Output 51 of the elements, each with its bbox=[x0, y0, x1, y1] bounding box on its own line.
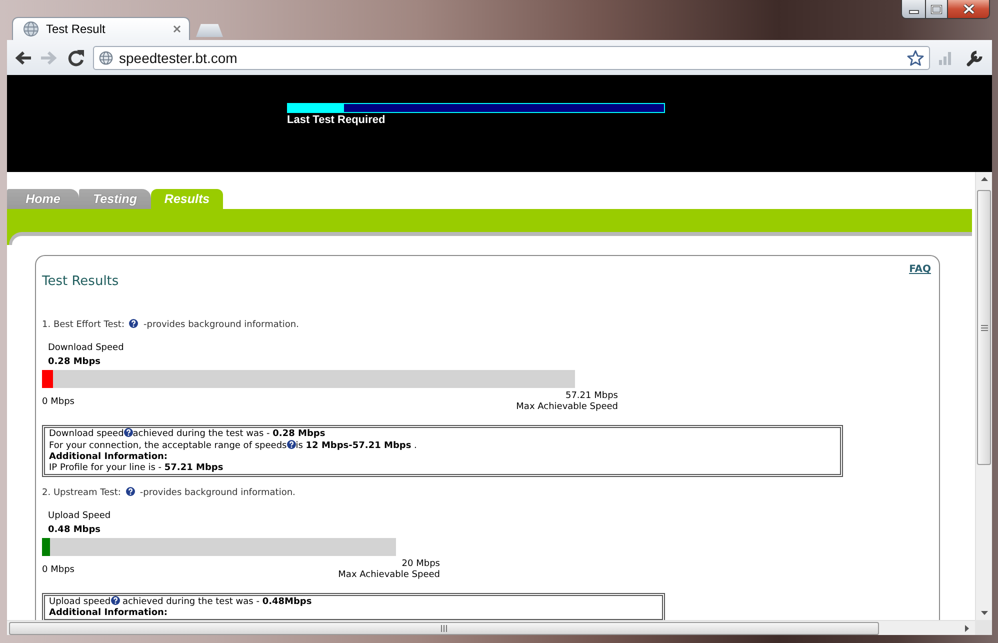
info-text: Upload speed achieved during the test was - 0.48Mbps bbox=[49, 596, 313, 608]
scale-max-caption: Max Achievable Speed bbox=[516, 402, 618, 413]
minimize-button[interactable] bbox=[901, 0, 925, 19]
star-icon[interactable] bbox=[907, 50, 924, 66]
info-text: For your connection, the acceptable range of speeds is 12 Mbps-57.21 Mbps . bbox=[49, 440, 418, 452]
scale-max-caption: Max Achievable Speed bbox=[338, 570, 440, 581]
speed-reading: 0.48 Mbps bbox=[47, 524, 102, 537]
help-icon[interactable] bbox=[124, 428, 133, 437]
status-text: Last Test Required bbox=[287, 114, 386, 126]
wrench-icon[interactable] bbox=[966, 48, 984, 66]
close-icon bbox=[962, 4, 974, 14]
info-text: Additional Information: bbox=[49, 608, 169, 619]
info-text: Download speed achieved during the test was - 0.28 Mbps bbox=[49, 428, 326, 440]
scale-max-label: 57.21 Mbps bbox=[564, 391, 618, 402]
info-text: IP Profile for your line is - 57.21 Mbps bbox=[49, 463, 224, 474]
speed-reading: 0.28 Mbps bbox=[47, 356, 102, 369]
scrollbar-thumb[interactable] bbox=[9, 622, 879, 634]
help-icon[interactable] bbox=[126, 487, 135, 496]
globe-icon bbox=[23, 21, 39, 37]
scroll-down-icon[interactable] bbox=[980, 611, 988, 615]
maximize-button[interactable] bbox=[925, 0, 948, 19]
address-field[interactable]: speedtester.bt.com bbox=[93, 46, 930, 70]
reload-icon[interactable] bbox=[67, 48, 85, 66]
scale-min-label: 0 Mbps bbox=[42, 396, 74, 408]
help-icon[interactable] bbox=[110, 596, 120, 605]
scale-min-label: 0 Mbps bbox=[42, 564, 74, 576]
scrollbar-thumb[interactable] bbox=[977, 190, 991, 465]
grip-icon bbox=[980, 324, 988, 330]
minimize-icon bbox=[908, 10, 918, 14]
results-title: Test Results bbox=[42, 274, 119, 290]
info-text: Additional Information: bbox=[49, 452, 169, 463]
test-heading: 2. Upstream Test: -provides background information. bbox=[42, 487, 296, 499]
globe-icon bbox=[99, 50, 113, 64]
gauge-label: Upload Speed bbox=[47, 510, 112, 523]
scroll-up-icon[interactable] bbox=[980, 177, 988, 181]
test-heading: 1. Best Effort Test: -provides background information. bbox=[42, 319, 300, 331]
help-icon[interactable] bbox=[129, 319, 138, 328]
scroll-right-icon[interactable] bbox=[965, 624, 969, 632]
browser-tab[interactable]: Test Result bbox=[12, 17, 190, 40]
gauge-label: Download Speed bbox=[47, 342, 125, 355]
close-button[interactable] bbox=[948, 0, 990, 19]
maximize-icon bbox=[931, 4, 942, 14]
scale-max-label: 20 Mbps bbox=[400, 559, 440, 570]
faq-link[interactable]: FAQ bbox=[909, 264, 931, 276]
vertical-scrollbar[interactable] bbox=[975, 172, 992, 620]
back-arrow-icon[interactable] bbox=[14, 50, 32, 66]
close-icon[interactable] bbox=[173, 25, 181, 33]
scrollbar-corner bbox=[975, 620, 992, 635]
help-icon[interactable] bbox=[286, 440, 296, 449]
grip-icon bbox=[441, 624, 447, 632]
horizontal-scrollbar[interactable] bbox=[7, 620, 975, 635]
